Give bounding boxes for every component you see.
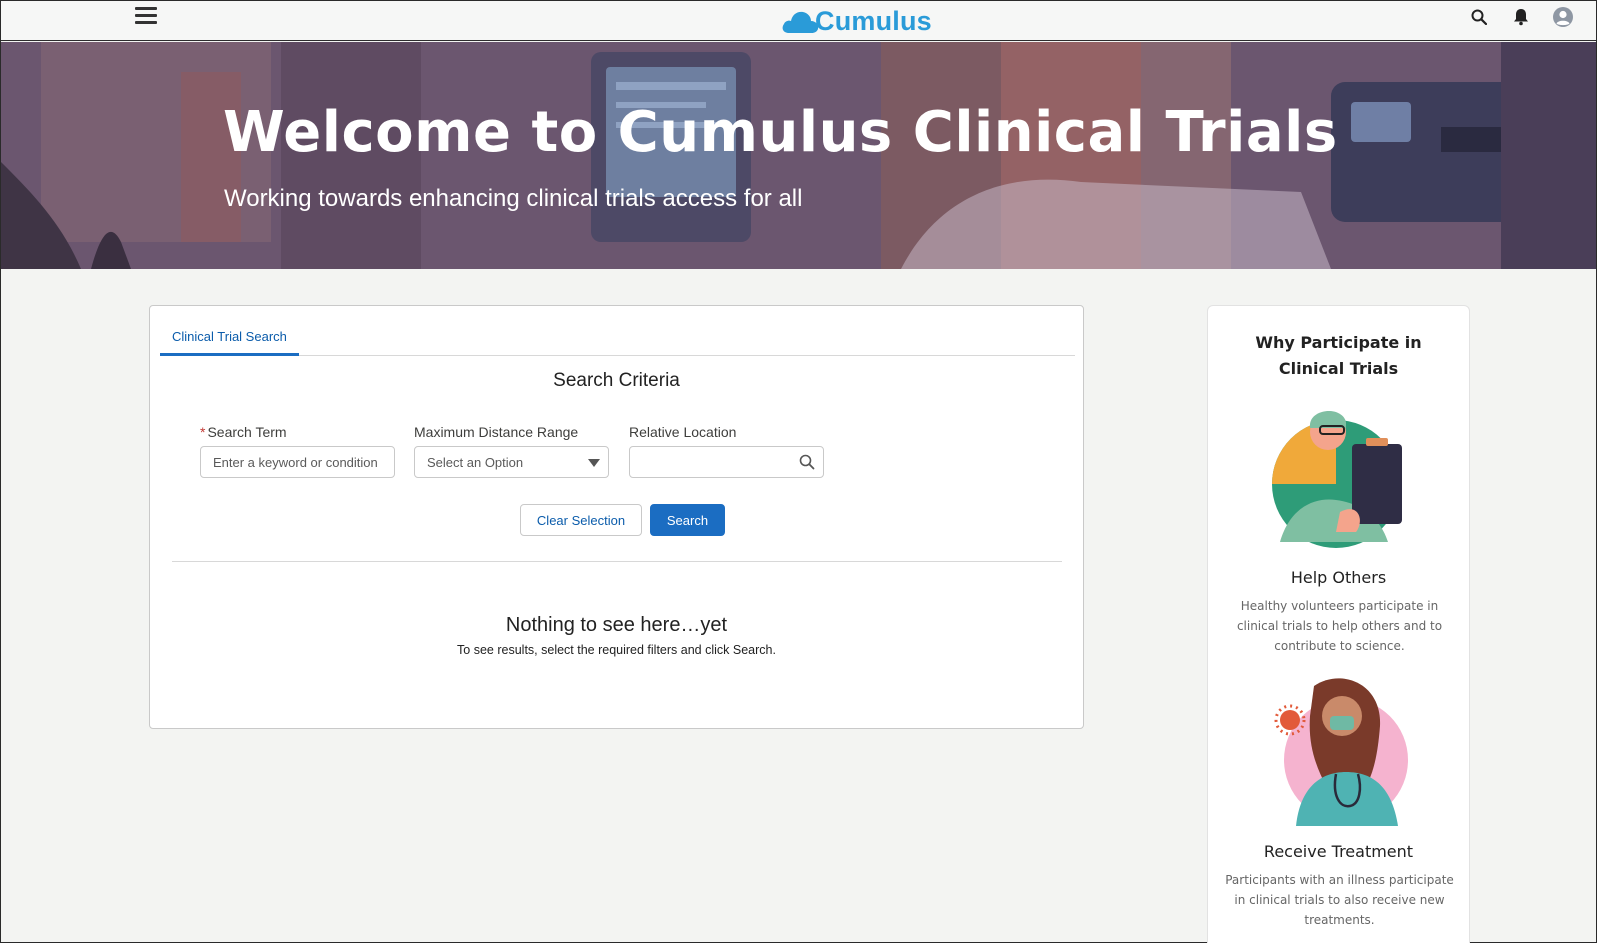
menu-icon[interactable]: [135, 7, 157, 25]
nurse-virus-illustration: [1270, 676, 1410, 826]
required-marker: *: [200, 424, 206, 440]
tab-clinical-trial-search[interactable]: Clinical Trial Search: [160, 324, 299, 356]
receive-treatment-heading: Receive Treatment: [1263, 842, 1414, 861]
distance-label: Maximum Distance Range: [414, 424, 579, 440]
panel-title: Why Participate in Clinical Trials: [1255, 333, 1422, 378]
distance-field: Maximum Distance Range Select an Option: [414, 424, 609, 478]
empty-state-subtitle: To see results, select the required filt…: [457, 643, 776, 657]
search-button[interactable]: Search: [650, 504, 725, 536]
hero-banner: Welcome to Cumulus Clinical Trials Worki…: [1, 42, 1596, 269]
help-others-text: Healthy volunteers participate in clinic…: [1236, 599, 1443, 653]
top-navigation-bar: Cumulus: [1, 1, 1596, 41]
why-participate-panel: Why Participate in Clinical Trials Help …: [1207, 305, 1470, 943]
cloud-logo-icon: [782, 11, 819, 34]
relative-location-label: Relative Location: [629, 424, 737, 440]
relative-location-field: Relative Location: [629, 424, 824, 478]
search-term-input[interactable]: Enter a keyword or condition: [200, 446, 395, 478]
search-icon: [799, 454, 815, 473]
distance-select[interactable]: Select an Option: [414, 446, 609, 478]
distance-select-value: Select an Option: [427, 454, 524, 470]
cumulus-logo[interactable]: Cumulus: [781, 4, 932, 38]
tab-bar: Clinical Trial Search: [160, 324, 1075, 356]
doctor-clipboard-illustration: [1270, 402, 1410, 552]
divider: [172, 561, 1062, 562]
search-term-field: * Search Term Enter a keyword or conditio…: [200, 424, 395, 478]
hero-title: Welcome to Cumulus Clinical Trials: [223, 100, 1338, 165]
help-others-heading: Help Others: [1290, 568, 1387, 587]
search-criteria-title: Search Criteria: [553, 370, 680, 391]
empty-state-title: Nothing to see here…yet: [505, 614, 728, 636]
clinical-trial-search-card: Clinical Trial Search Search Criteria * S…: [149, 305, 1084, 729]
search-term-label: * Search Term: [200, 424, 287, 440]
user-avatar-icon[interactable]: [1552, 6, 1574, 28]
search-term-placeholder: Enter a keyword or condition: [213, 454, 378, 470]
relative-location-input[interactable]: [629, 446, 824, 478]
logo-text: Cumulus: [815, 5, 932, 36]
clear-selection-button[interactable]: Clear Selection: [520, 504, 642, 536]
bell-icon[interactable]: [1510, 6, 1532, 28]
search-icon[interactable]: [1468, 6, 1490, 28]
chevron-down-icon: [588, 459, 600, 467]
receive-treatment-text: Participants with an illness participate…: [1225, 873, 1454, 927]
hero-subtitle: Working towards enhancing clinical trial…: [224, 185, 803, 212]
